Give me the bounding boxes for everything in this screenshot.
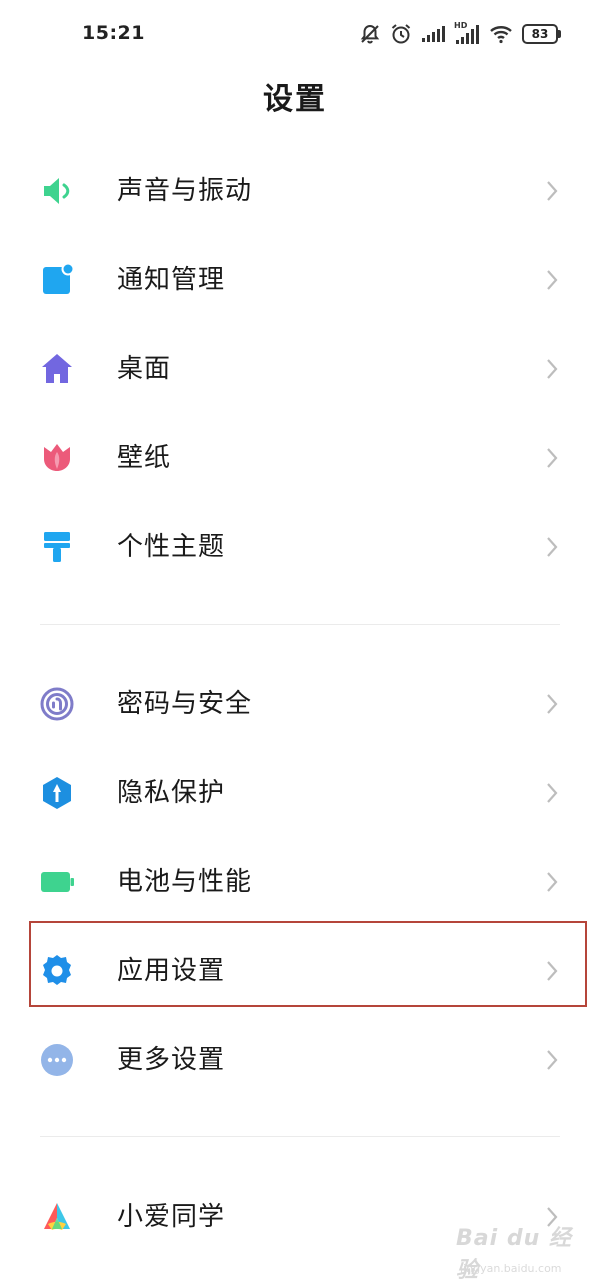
- chevron-right-icon: [543, 177, 561, 205]
- settings-item-notifications[interactable]: 通知管理: [0, 235, 600, 323]
- settings-item-label: 密码与安全: [117, 689, 253, 719]
- chevron-right-icon: [543, 779, 561, 807]
- settings-item-more[interactable]: 更多设置: [0, 1015, 600, 1103]
- gear-icon: [38, 952, 76, 990]
- chevron-right-icon: [543, 444, 561, 472]
- battery-performance-icon: [38, 863, 76, 901]
- xiaoai-icon: [38, 1198, 76, 1236]
- chevron-right-icon: [543, 1046, 561, 1074]
- tulip-icon: [38, 439, 76, 477]
- settings-item-wallpaper[interactable]: 壁纸: [0, 413, 600, 501]
- notification-icon: [38, 261, 76, 299]
- chevron-right-icon: [543, 355, 561, 383]
- settings-item-app-settings[interactable]: 应用设置: [0, 926, 600, 1014]
- settings-item-label: 通知管理: [117, 265, 226, 295]
- settings-item-security[interactable]: 密码与安全: [0, 659, 600, 747]
- watermark-url: jingyan.baidu.com: [460, 1262, 562, 1275]
- settings-item-privacy[interactable]: 隐私保护: [0, 748, 600, 836]
- chevron-right-icon: [543, 266, 561, 294]
- watermark: Bai du 经验 jingyan.baidu.com: [450, 1216, 590, 1283]
- paintbrush-icon: [38, 528, 76, 566]
- chevron-right-icon: [543, 690, 561, 718]
- section-divider: [40, 624, 560, 625]
- chevron-right-icon: [543, 868, 561, 896]
- more-dots-icon: [38, 1041, 76, 1079]
- settings-item-label: 壁纸: [117, 443, 172, 473]
- settings-item-label: 小爱同学: [117, 1202, 226, 1232]
- settings-item-label: 个性主题: [117, 532, 226, 562]
- settings-item-label: 隐私保护: [117, 778, 226, 808]
- speaker-icon: [38, 172, 76, 210]
- home-icon: [38, 350, 76, 388]
- settings-item-label: 电池与性能: [117, 867, 253, 897]
- chevron-right-icon: [543, 957, 561, 985]
- section-divider: [40, 1136, 560, 1137]
- settings-list: 声音与振动 通知管理 桌面 壁纸 个性主题 密码与安全 隐私保护 电池与性能 应…: [0, 0, 600, 1288]
- settings-item-label: 桌面: [117, 354, 172, 384]
- settings-item-sound[interactable]: 声音与振动: [0, 146, 600, 234]
- settings-item-label: 更多设置: [117, 1045, 226, 1075]
- settings-item-label: 声音与振动: [117, 176, 253, 206]
- settings-item-themes[interactable]: 个性主题: [0, 502, 600, 590]
- settings-item-battery[interactable]: 电池与性能: [0, 837, 600, 925]
- settings-item-desktop[interactable]: 桌面: [0, 324, 600, 412]
- fingerprint-icon: [38, 685, 76, 723]
- chevron-right-icon: [543, 533, 561, 561]
- settings-item-label: 应用设置: [117, 956, 226, 986]
- privacy-shield-icon: [38, 774, 76, 812]
